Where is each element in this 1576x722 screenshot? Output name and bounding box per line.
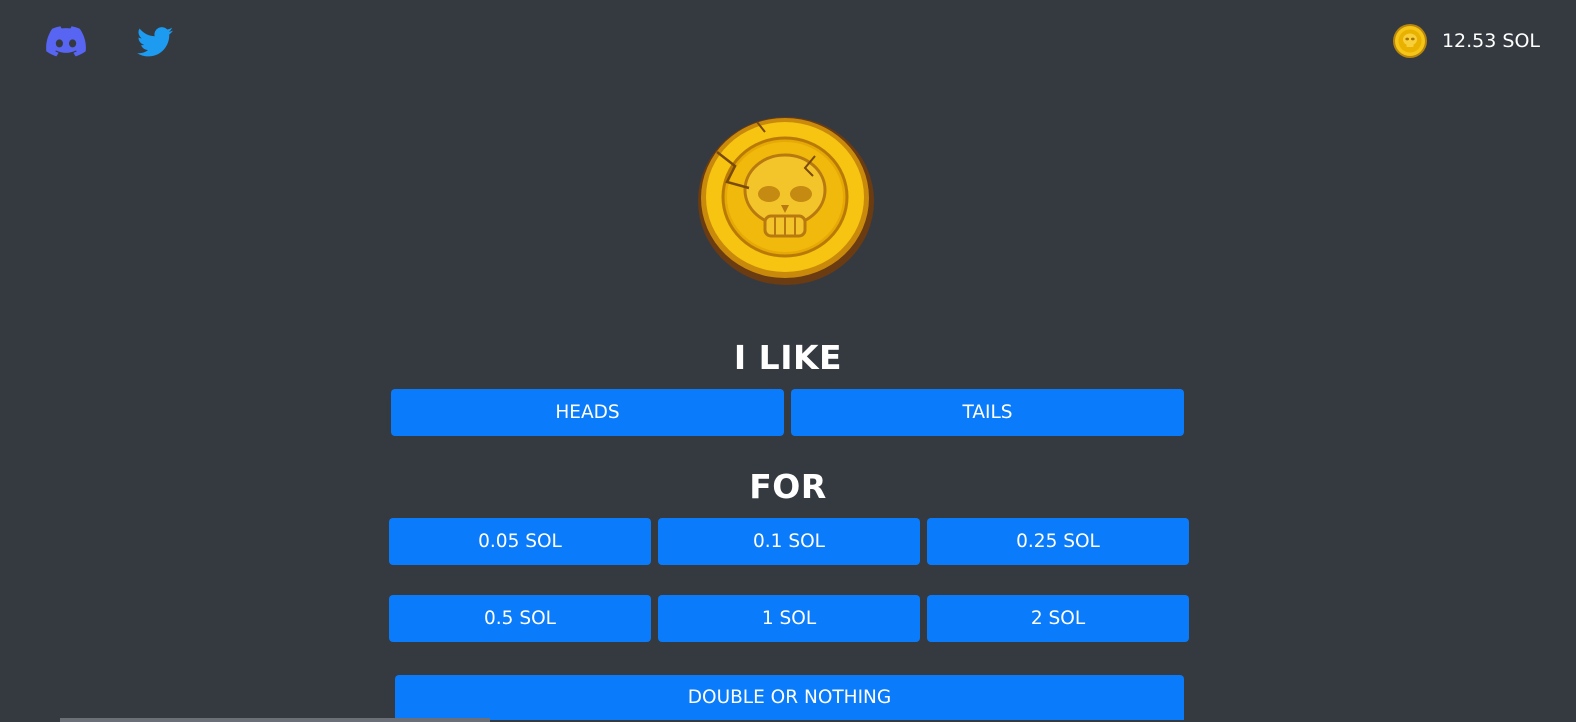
balance-amount: 12.53 SOL bbox=[1441, 30, 1540, 52]
skull-coin-icon bbox=[1392, 24, 1427, 58]
discord-link[interactable] bbox=[46, 22, 86, 62]
tails-button[interactable]: TAILS bbox=[791, 389, 1184, 436]
twitter-link[interactable] bbox=[136, 22, 174, 62]
amount-button-0-25[interactable]: 0.25 SOL bbox=[927, 518, 1189, 565]
amount-button-1[interactable]: 1 SOL bbox=[658, 595, 920, 642]
horizontal-scrollbar[interactable] bbox=[60, 718, 490, 722]
heads-button[interactable]: HEADS bbox=[391, 389, 784, 436]
twitter-icon bbox=[137, 27, 173, 57]
amount-button-2[interactable]: 2 SOL bbox=[927, 595, 1189, 642]
double-or-nothing-button[interactable]: DOUBLE OR NOTHING bbox=[395, 675, 1184, 720]
amount-button-0-5[interactable]: 0.5 SOL bbox=[389, 595, 651, 642]
skull-coin-icon bbox=[698, 117, 874, 285]
discord-icon bbox=[46, 26, 86, 57]
coinflip-page: 12.53 SOL I LIKE HEADS TAILS FOR 0.05 SO… bbox=[0, 0, 1576, 722]
amount-button-0-1[interactable]: 0.1 SOL bbox=[658, 518, 920, 565]
amount-button-0-05[interactable]: 0.05 SOL bbox=[389, 518, 651, 565]
wallet-balance: 12.53 SOL bbox=[1392, 22, 1540, 60]
side-heading: I LIKE bbox=[733, 338, 843, 377]
amount-heading: FOR bbox=[749, 467, 827, 506]
